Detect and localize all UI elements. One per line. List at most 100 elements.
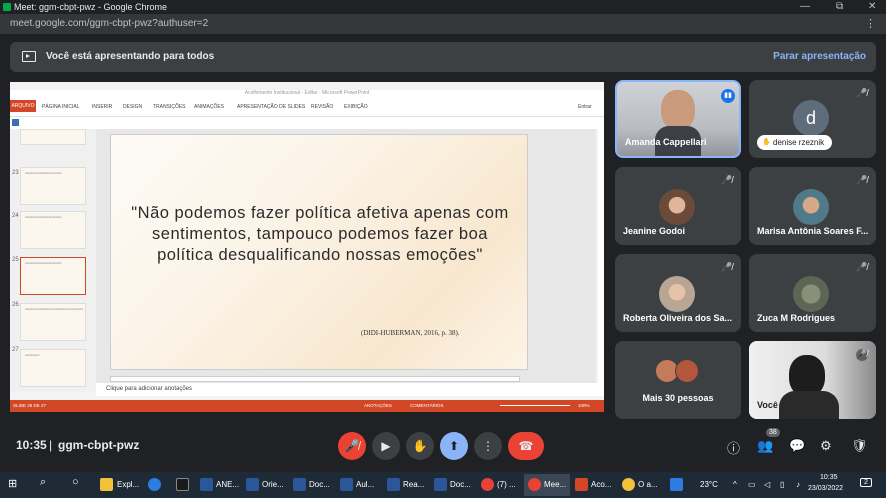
participant-tile-marisa[interactable]: 🎤̸ Marisa Antônia Soares F... xyxy=(749,167,876,245)
taskbar-app[interactable]: Doc... xyxy=(450,480,471,489)
raise-hand-button[interactable]: ✋ xyxy=(406,432,434,460)
current-slide[interactable]: "Não podemos fazer política afetiva apen… xyxy=(110,134,528,370)
avatar xyxy=(659,276,695,312)
presenting-text: Você está apresentando para todos xyxy=(46,51,215,62)
comments-toggle[interactable]: COMENTÁRIOS xyxy=(410,403,444,408)
taskbar-app[interactable]: Aco... xyxy=(591,480,611,489)
restore-button[interactable]: ⧉ xyxy=(836,1,843,12)
weather-temperature[interactable]: 23°C xyxy=(700,480,718,489)
meeting-code[interactable]: ggm-cbpt-pwz xyxy=(58,438,139,452)
participant-tile-zuca[interactable]: 🎤̸ Zuca M Rodrigues xyxy=(749,254,876,332)
ppt-tab-view[interactable]: EXIBIÇÃO xyxy=(344,104,368,110)
ppt-signin[interactable]: Entrar xyxy=(578,104,592,110)
more-participants-tile[interactable]: Mais 30 pessoas xyxy=(615,341,741,419)
participant-name: Amanda Cappellari xyxy=(625,137,707,147)
sound-icon[interactable]: ♪ xyxy=(796,480,800,489)
edge-icon[interactable] xyxy=(148,478,161,491)
hand-icon: ✋ xyxy=(412,439,428,453)
zoom-slider[interactable] xyxy=(500,405,570,406)
chat-button[interactable]: 💬 xyxy=(789,438,805,454)
mic-off-icon: 🎤̸ xyxy=(856,349,868,361)
chat-icon: 💬 xyxy=(789,438,806,453)
ppt-tab-slideshow[interactable]: APRESENTAÇÃO DE SLIDES xyxy=(237,104,305,110)
mic-off-icon: 🎤̸ xyxy=(344,439,360,453)
host-controls-button[interactable]: 🛡 xyxy=(851,438,868,454)
present-button[interactable]: ⬆ xyxy=(440,432,468,460)
chrome-icon xyxy=(622,478,635,491)
activities-button[interactable]: ⚙ xyxy=(820,438,832,454)
address-bar[interactable]: meet.google.com/ggm-cbpt-pwz?authuser=2 … xyxy=(0,14,886,34)
people-button[interactable]: 👥 xyxy=(757,438,773,454)
taskbar-app[interactable]: Aul... xyxy=(356,480,374,489)
taskbar-app[interactable]: O a... xyxy=(638,480,658,489)
ppt-quick-access xyxy=(10,117,604,129)
meeting-clock: 10:35 xyxy=(16,438,47,452)
participant-tile-amanda[interactable]: ▮▮ Amanda Cappellari xyxy=(615,80,741,158)
participant-name: Marisa Antônia Soares F... xyxy=(757,226,869,236)
word-icon xyxy=(293,478,306,491)
ppt-tab-review[interactable]: REVISÃO xyxy=(311,104,333,110)
meet-favicon-icon xyxy=(3,3,11,11)
taskbar-clock-date[interactable]: 23/03/2022 xyxy=(808,485,843,492)
taskbar-clock-time[interactable]: 10:35 xyxy=(820,474,838,481)
task-view-icon[interactable]: ○ xyxy=(72,476,79,488)
minimize-button[interactable]: — xyxy=(800,1,810,12)
notes-toggle[interactable]: ANOTAÇÕES xyxy=(364,403,392,408)
tray-chevron-icon[interactable]: ^ xyxy=(733,480,737,489)
taskbar-app[interactable]: Orie... xyxy=(262,480,284,489)
network-icon[interactable]: ▭ xyxy=(748,480,756,489)
participant-count-badge: 38 xyxy=(766,428,780,437)
search-icon[interactable]: ⌕ xyxy=(40,476,46,489)
volume-icon[interactable]: ◁ xyxy=(764,480,770,489)
more-options-button[interactable]: ⋮ xyxy=(474,432,502,460)
close-button[interactable]: ✕ xyxy=(868,1,876,12)
app-icon[interactable] xyxy=(670,478,683,491)
taskbar-app[interactable]: ANE... xyxy=(216,480,239,489)
shield-icon: 🛡 xyxy=(851,438,868,453)
zoom-level[interactable]: 100% xyxy=(578,403,590,408)
slide-vertical-scrollbar[interactable] xyxy=(598,129,604,391)
ppt-tab-design[interactable]: DESIGN xyxy=(123,104,142,110)
menu-dots-icon[interactable]: ⋮ xyxy=(865,17,876,30)
participant-tile-roberta[interactable]: 🎤̸ Roberta Oliveira dos Sa... xyxy=(615,254,741,332)
app-icon[interactable] xyxy=(176,478,189,491)
ppt-tab-animations[interactable]: ANIMAÇÕES xyxy=(194,104,224,110)
mic-toggle-button[interactable]: 🎤̸ xyxy=(338,432,366,460)
ppt-tab-insert[interactable]: INSERIR xyxy=(92,104,112,110)
slide-thumbnail[interactable] xyxy=(20,129,86,145)
chrome-icon xyxy=(481,478,494,491)
notification-center-icon[interactable]: 2 xyxy=(860,478,872,487)
slide-thumbnail[interactable]: ≡≡≡≡≡≡≡≡≡≡ xyxy=(20,349,86,387)
slide-horizontal-scrollbar[interactable] xyxy=(110,376,520,382)
slide-thumbnail[interactable]: ≡≡≡≡≡≡≡≡≡≡≡≡≡≡≡≡≡≡≡≡≡≡≡≡≡ xyxy=(20,211,86,249)
participant-tile-denise[interactable]: 🎤̸ d ✋ denise rzeznik xyxy=(749,80,876,158)
meeting-details-button[interactable]: ⓘ xyxy=(727,438,740,457)
taskbar-app-active[interactable]: Mee... xyxy=(544,480,566,489)
avatar: d xyxy=(793,100,829,136)
notes-pane[interactable]: Clique para adicionar anotações xyxy=(96,383,604,396)
slide-thumbnail-selected[interactable]: ≡≡≡≡≡≡≡≡≡≡≡≡≡≡≡≡≡≡≡≡≡≡≡≡≡ xyxy=(20,257,86,295)
ppt-title-bar: Acolhimento Institucional - Editar - Mic… xyxy=(10,90,604,100)
word-icon xyxy=(387,478,400,491)
participant-tile-jeanine[interactable]: 🎤̸ Jeanine Godoi xyxy=(615,167,741,245)
avatar xyxy=(659,189,695,225)
battery-icon[interactable]: ▯ xyxy=(780,480,784,489)
taskbar-app[interactable]: (7) ... xyxy=(497,480,516,489)
leave-call-button[interactable]: ☎ xyxy=(508,432,544,460)
slide-thumbnail[interactable]: ≡≡≡≡≡≡≡≡≡≡≡≡≡≡≡≡≡≡≡≡≡≡≡≡≡≡≡≡≡≡≡≡≡≡≡≡≡≡≡≡ xyxy=(20,303,86,341)
taskbar-app[interactable]: Doc... xyxy=(309,480,330,489)
windows-start-icon[interactable]: ⊞ xyxy=(8,477,17,490)
stop-presenting-button[interactable]: Parar apresentação xyxy=(773,51,866,62)
save-icon[interactable] xyxy=(12,119,19,126)
taskbar-app[interactable]: Expl... xyxy=(117,480,139,489)
camera-toggle-button[interactable]: ▶ xyxy=(372,432,400,460)
ppt-file-tab[interactable]: ARQUIVO xyxy=(10,100,36,112)
self-view-tile[interactable]: 🎤̸ Você xyxy=(749,341,876,419)
url-text[interactable]: meet.google.com/ggm-cbpt-pwz?authuser=2 xyxy=(10,18,208,29)
mic-off-icon: 🎤̸ xyxy=(721,175,733,185)
slide-thumbnail[interactable]: ≡≡≡≡≡≡≡≡≡≡≡≡≡≡≡≡≡≡≡≡≡≡≡≡≡ xyxy=(20,167,86,205)
word-icon xyxy=(340,478,353,491)
ppt-tab-transitions[interactable]: TRANSIÇÕES xyxy=(153,104,186,110)
ppt-tab-home[interactable]: PÁGINA INICIAL xyxy=(42,104,80,110)
taskbar-app[interactable]: Rea... xyxy=(403,480,424,489)
